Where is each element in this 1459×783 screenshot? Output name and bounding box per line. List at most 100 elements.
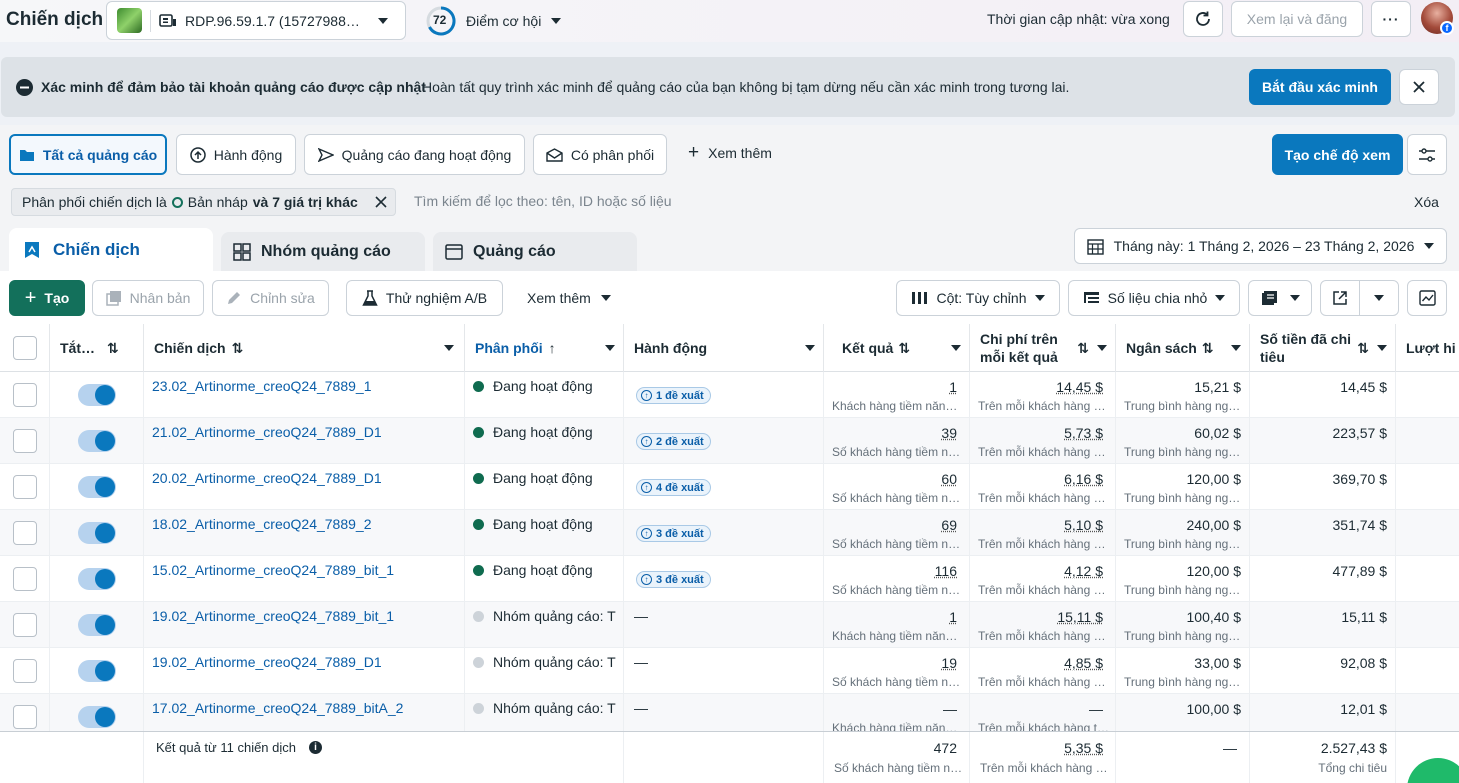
- reports-button[interactable]: [1248, 280, 1312, 316]
- header-toggle[interactable]: Tắt… ⇅: [50, 324, 144, 372]
- table-row[interactable]: 21.02_Artinorme_creoQ24_7889_D1 Đang hoạ…: [0, 418, 1459, 464]
- charts-button[interactable]: [1407, 280, 1447, 316]
- campaign-toggle[interactable]: [78, 476, 116, 498]
- filter-chip[interactable]: Phân phối chiến dịch là Bản nháp và 7 gi…: [11, 188, 396, 216]
- campaign-toggle[interactable]: [78, 614, 116, 636]
- delivery-status-label: Nhóm quảng cáo: T: [493, 654, 616, 670]
- row-checkbox[interactable]: [13, 521, 37, 545]
- duplicate-button[interactable]: Nhân bản: [92, 280, 204, 316]
- opportunity-score[interactable]: 72 Điểm cơ hội: [426, 6, 562, 36]
- header-reach[interactable]: Lượt hi: [1396, 324, 1459, 372]
- view-active-ads[interactable]: Quảng cáo đang hoạt động: [304, 134, 525, 175]
- remove-filter-icon[interactable]: [375, 196, 387, 208]
- header-campaign[interactable]: Chiến dịch ⇅: [144, 324, 465, 372]
- info-icon[interactable]: i: [309, 741, 322, 754]
- recommendation-badge[interactable]: ↑ 1 đề xuất: [636, 387, 711, 404]
- views-bar: Tất cả quảng cáo Hành động Quảng cáo đan…: [0, 125, 1459, 183]
- table-row[interactable]: 19.02_Artinorme_creoQ24_7889_bit_1 Nhóm …: [0, 602, 1459, 648]
- campaign-name-link[interactable]: 19.02_Artinorme_creoQ24_7889_bit_1: [152, 608, 394, 624]
- header-actions[interactable]: Hành động: [624, 324, 824, 372]
- chevron-down-icon: [605, 345, 615, 351]
- header-delivery-label: Phân phối: [475, 340, 543, 356]
- campaign-toggle[interactable]: [78, 568, 116, 590]
- header-cost-per-result[interactable]: Chi phí trên mỗi kết quả ⇅: [970, 324, 1116, 372]
- campaign-name-link[interactable]: 19.02_Artinorme_creoQ24_7889_D1: [152, 654, 382, 670]
- create-view-button[interactable]: Tạo chế độ xem: [1272, 134, 1403, 175]
- campaign-toggle[interactable]: [78, 384, 116, 406]
- row-results-cell: 19 Số khách hàng tiềm n…: [824, 648, 970, 694]
- tab-adsets[interactable]: Nhóm quảng cáo: [221, 232, 425, 272]
- arrow-up-circle-icon: ↑: [641, 574, 652, 585]
- clear-filters-link[interactable]: Xóa: [1414, 194, 1439, 210]
- campaign-name-link[interactable]: 18.02_Artinorme_creoQ24_7889_2: [152, 516, 372, 532]
- table-row[interactable]: 15.02_Artinorme_creoQ24_7889_bit_1 Đang …: [0, 556, 1459, 602]
- header-budget[interactable]: Ngân sách ⇅: [1116, 324, 1250, 372]
- view-settings-button[interactable]: [1407, 134, 1447, 175]
- table-row[interactable]: 23.02_Artinorme_creoQ24_7889_1 Đang hoạt…: [0, 372, 1459, 418]
- header-delivery[interactable]: Phân phối ↑: [465, 324, 624, 372]
- row-cpr-cell: 4,12 $ Trên mỗi khách hàng …: [970, 556, 1116, 602]
- breakdown-button[interactable]: Số liệu chia nhỏ: [1068, 280, 1240, 316]
- more-options-button[interactable]: ···: [1371, 1, 1411, 37]
- budget-value: 15,21 $: [1194, 379, 1241, 395]
- status-dot-icon: [473, 381, 484, 392]
- chevron-down-icon: [1215, 295, 1226, 301]
- review-publish-button[interactable]: Xem lại và đăng: [1231, 1, 1363, 37]
- campaign-toggle[interactable]: [78, 660, 116, 682]
- row-checkbox[interactable]: [13, 613, 37, 637]
- sort-icon: ⇅: [1077, 340, 1089, 356]
- chevron-down-icon: [951, 345, 961, 351]
- date-range-picker[interactable]: Tháng này: 1 Tháng 2, 2026 – 23 Tháng 2,…: [1074, 228, 1447, 264]
- row-checkbox[interactable]: [13, 705, 37, 729]
- campaign-name-link[interactable]: 20.02_Artinorme_creoQ24_7889_D1: [152, 470, 382, 486]
- table-row[interactable]: 20.02_Artinorme_creoQ24_7889_D1 Đang hoạ…: [0, 464, 1459, 510]
- recommendation-badge[interactable]: ↑ 3 đề xuất: [636, 571, 711, 588]
- campaign-name-link[interactable]: 15.02_Artinorme_creoQ24_7889_bit_1: [152, 562, 394, 578]
- columns-button[interactable]: Cột: Tùy chỉnh: [896, 280, 1060, 316]
- create-button[interactable]: + Tạo: [9, 280, 85, 316]
- chevron-down-icon: [1424, 243, 1435, 249]
- row-checkbox[interactable]: [13, 475, 37, 499]
- sort-icon: ⇅: [231, 339, 244, 356]
- export-dropdown-button[interactable]: [1359, 280, 1399, 316]
- row-checkbox[interactable]: [13, 567, 37, 591]
- row-checkbox[interactable]: [13, 659, 37, 683]
- ab-test-button[interactable]: Thử nghiệm A/B: [346, 280, 503, 316]
- table-row[interactable]: 18.02_Artinorme_creoQ24_7889_2 Đang hoạt…: [0, 510, 1459, 556]
- account-selector[interactable]: RDP.96.59.1.7 (15727988…: [106, 1, 406, 40]
- table-row[interactable]: 19.02_Artinorme_creoQ24_7889_D1 Nhóm quả…: [0, 648, 1459, 694]
- tab-ads[interactable]: Quảng cáo: [433, 232, 637, 272]
- see-more-views[interactable]: + Xem thêm: [688, 143, 772, 162]
- campaign-toggle[interactable]: [78, 430, 116, 452]
- export-button[interactable]: [1320, 280, 1360, 316]
- search-input[interactable]: Tìm kiếm để lọc theo: tên, ID hoặc số li…: [414, 193, 672, 209]
- campaign-name-link[interactable]: 17.02_Artinorme_creoQ24_7889_bitA_2: [152, 700, 403, 716]
- header-amount-spent[interactable]: Số tiền đã chi tiêu ⇅: [1250, 324, 1396, 372]
- recommendation-badge[interactable]: ↑ 3 đề xuất: [636, 525, 711, 542]
- recommendation-badge[interactable]: ↑ 2 đề xuất: [636, 433, 711, 450]
- toolbar-see-more[interactable]: Xem thêm: [527, 290, 611, 306]
- campaign-toggle[interactable]: [78, 706, 116, 728]
- edit-button[interactable]: Chỉnh sửa: [212, 280, 329, 316]
- view-actions[interactable]: Hành động: [176, 134, 296, 175]
- view-delivered[interactable]: Có phân phối: [533, 134, 667, 175]
- recommendation-label: 2 đề xuất: [656, 435, 704, 448]
- campaign-toggle[interactable]: [78, 522, 116, 544]
- row-actions-cell: —: [624, 602, 824, 648]
- see-more-views-label: Xem thêm: [708, 145, 772, 161]
- tab-campaigns[interactable]: Chiến dịch: [9, 228, 213, 272]
- row-checkbox[interactable]: [13, 429, 37, 453]
- recommendation-badge[interactable]: ↑ 4 đề xuất: [636, 479, 711, 496]
- close-banner-button[interactable]: [1399, 69, 1439, 105]
- sort-icon: ⇅: [1357, 340, 1369, 356]
- refresh-button[interactable]: [1183, 1, 1223, 37]
- row-actions-cell: ↑ 3 đề xuất: [624, 510, 824, 556]
- start-verification-button[interactable]: Bắt đầu xác minh: [1249, 69, 1391, 105]
- select-all-checkbox[interactable]: [13, 336, 37, 360]
- campaign-name-link[interactable]: 23.02_Artinorme_creoQ24_7889_1: [152, 378, 372, 394]
- campaign-name-link[interactable]: 21.02_Artinorme_creoQ24_7889_D1: [152, 424, 382, 440]
- row-checkbox[interactable]: [13, 383, 37, 407]
- header-results[interactable]: Kết quả ⇅: [824, 324, 970, 372]
- view-all-ads[interactable]: Tất cả quảng cáo: [9, 134, 167, 175]
- budget-value: 120,00 $: [1186, 563, 1242, 579]
